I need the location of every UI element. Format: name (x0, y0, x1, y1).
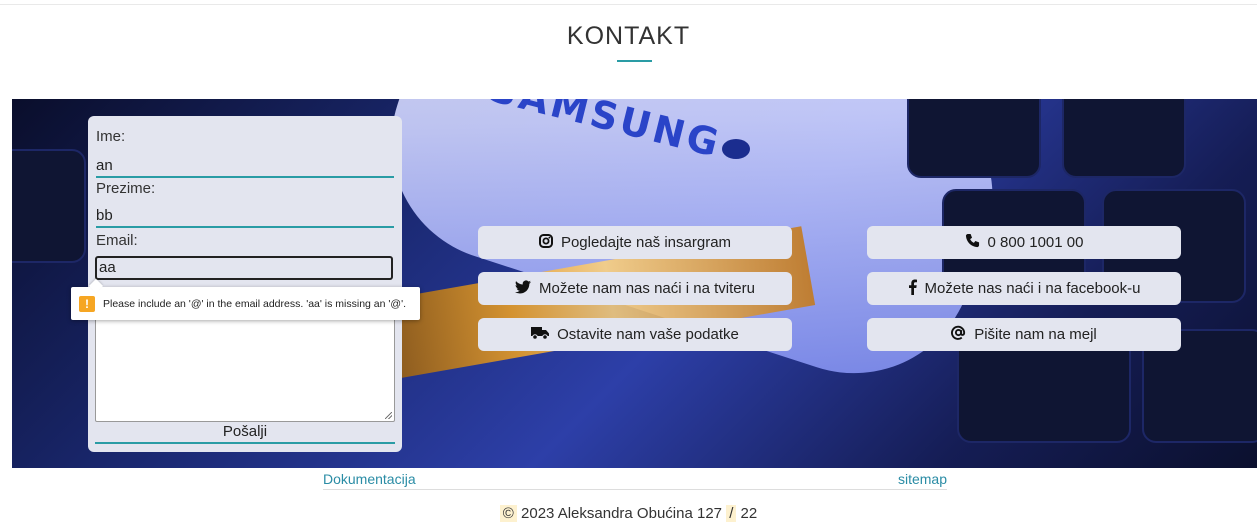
phone-icon (965, 233, 988, 252)
keyboard-key (1062, 99, 1186, 178)
resize-handle[interactable] (385, 412, 392, 419)
facebook-button[interactable]: Možete nas naći i na facebook-u (867, 272, 1181, 305)
footer-links: Dokumentacija sitemap (323, 469, 947, 490)
first-name-label: Ime: (96, 128, 126, 145)
contact-form: Ime: an Prezime: bb Email: aa Pošalji (88, 116, 402, 452)
email-us-button[interactable]: Pišite nam na mejl (867, 318, 1181, 351)
documentation-link[interactable]: Dokumentacija (323, 471, 416, 487)
instagram-button[interactable]: Pogledajte naš insargram (478, 226, 792, 259)
email-us-label: Pišite nam na mejl (974, 326, 1097, 343)
keyboard-key (907, 99, 1041, 178)
phone-camera (722, 139, 750, 159)
sitemap-link[interactable]: sitemap (898, 471, 947, 487)
at-icon (951, 325, 974, 344)
twitter-icon (515, 279, 539, 298)
index-year: 22 (740, 505, 758, 522)
copyright-text: 2023 Aleksandra Obućina (521, 505, 693, 522)
twitter-button[interactable]: Možete nam nas naći i na tviteru (478, 272, 792, 305)
first-name-input[interactable]: an (96, 156, 394, 178)
last-name-input[interactable]: bb (96, 206, 394, 228)
data-form-label: Ostavite nam vaše podatke (557, 326, 739, 343)
warning-icon: ! (79, 295, 95, 312)
facebook-icon (908, 279, 925, 299)
index-separator: / (726, 505, 737, 522)
keyboard-key (12, 149, 86, 263)
copyright: © 2023 Aleksandra Obućina 127 / 22 (0, 505, 1257, 522)
page-title: KONTAKT (566, 22, 691, 50)
index-number: 127 (696, 505, 723, 522)
copyright-symbol: © (499, 505, 517, 522)
phone-button[interactable]: 0 800 1001 00 (867, 226, 1181, 259)
facebook-label: Možete nas naći i na facebook-u (924, 280, 1141, 297)
title-underline (617, 60, 652, 62)
data-form-button[interactable]: Ostavite nam vaše podatke (478, 318, 792, 351)
validation-tooltip: ! Please include an '@' in the email add… (71, 287, 420, 320)
twitter-label: Možete nam nas naći i na tviteru (539, 280, 755, 297)
submit-button[interactable]: Pošalji (95, 422, 395, 444)
instagram-icon (538, 233, 561, 252)
last-name-label: Prezime: (96, 180, 156, 197)
phone-label: 0 800 1001 00 (987, 234, 1084, 251)
validation-message: Please include an '@' in the email addre… (103, 297, 406, 310)
email-label: Email: (96, 232, 138, 249)
email-input[interactable]: aa (95, 256, 393, 280)
instagram-label: Pogledajte naš insargram (560, 234, 732, 251)
truck-icon (531, 326, 557, 344)
top-divider (0, 4, 1257, 5)
